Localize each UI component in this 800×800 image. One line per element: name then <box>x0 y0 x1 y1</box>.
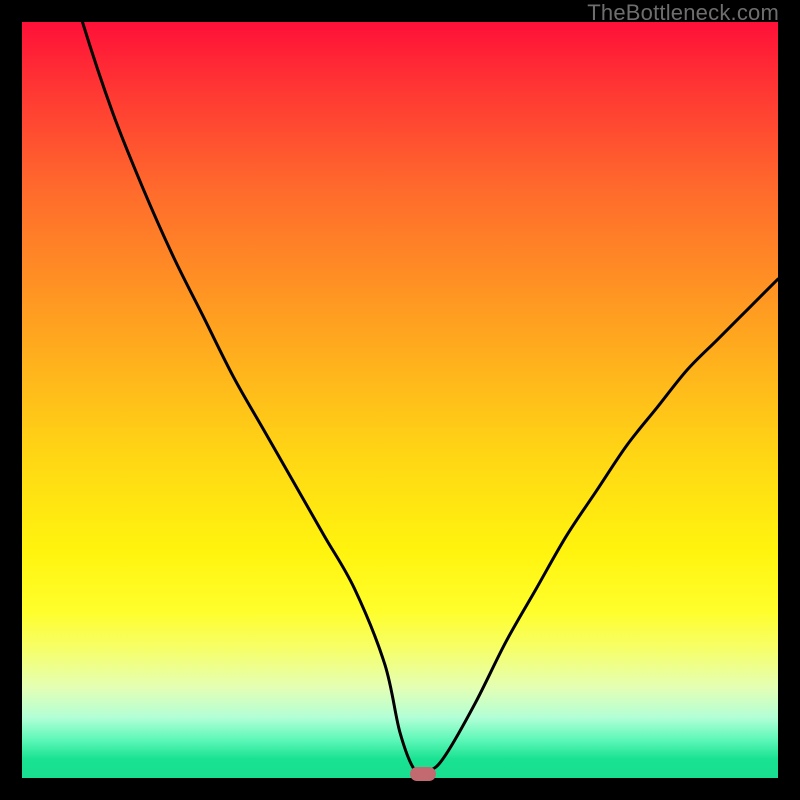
bottleneck-curve <box>22 22 778 778</box>
watermark: TheBottleneck.com <box>587 0 779 26</box>
bottleneck-chart <box>22 22 778 778</box>
optimum-marker <box>410 767 436 781</box>
